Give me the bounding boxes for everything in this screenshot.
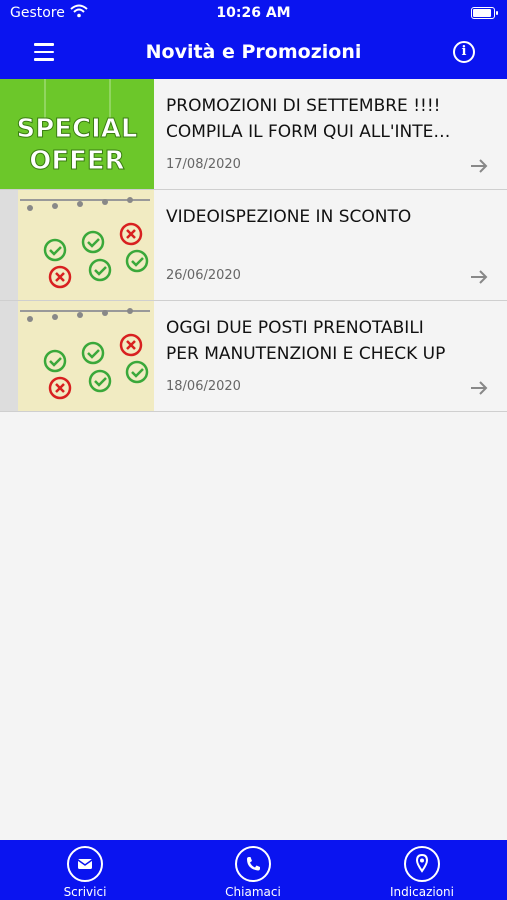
page-title: Novità e Promozioni (145, 41, 362, 63)
offer-text-2: OFFER (29, 146, 124, 176)
checklist-thumbnail (0, 301, 154, 411)
list-item[interactable]: OGGI DUE POSTI PRENOTABILI PER MANUTENZI… (0, 301, 507, 412)
item-title-line-1: VIDEOISPEZIONE IN SCONTO (166, 207, 412, 227)
arrow-right-icon (471, 381, 488, 395)
tab-scrivici[interactable]: Scrivici (25, 846, 145, 899)
nav-bar: Novità e Promozioni i (0, 28, 507, 79)
tab-label: Chiamaci (225, 885, 281, 899)
item-title-line-1: OGGI DUE POSTI PRENOTABILI (166, 318, 424, 338)
status-bar: Gestore 10:26 AM (0, 0, 507, 28)
tab-chiamaci[interactable]: Chiamaci (193, 846, 313, 899)
location-pin-icon (404, 846, 440, 882)
mail-icon (67, 846, 103, 882)
tab-label: Indicazioni (390, 885, 454, 899)
item-date: 18/06/2020 (166, 379, 241, 394)
status-time: 10:26 AM (216, 5, 291, 21)
tab-indicazioni[interactable]: Indicazioni (362, 846, 482, 899)
checklist-thumbnail (0, 190, 154, 300)
item-date: 17/08/2020 (166, 157, 241, 172)
info-icon[interactable]: i (453, 41, 475, 63)
news-list: SPECIAL OFFER PROMOZIONI DI SETTEMBRE !!… (0, 79, 507, 412)
list-item[interactable]: VIDEOISPEZIONE IN SCONTO 26/06/2020 (0, 190, 507, 301)
offer-text-1: SPECIAL (17, 114, 138, 144)
phone-icon (235, 846, 271, 882)
tab-label: Scrivici (63, 885, 107, 899)
list-item[interactable]: SPECIAL OFFER PROMOZIONI DI SETTEMBRE !!… (0, 79, 507, 190)
item-title-line-2: PER MANUTENZIONI E CHECK UP (166, 344, 446, 364)
item-title-line-2: COMPILA IL FORM QUI ALL'INTE… (166, 122, 451, 142)
item-date: 26/06/2020 (166, 268, 241, 283)
bottom-tab-bar: Scrivici Chiamaci Indicazioni (0, 840, 507, 900)
battery-icon (471, 7, 498, 19)
arrow-right-icon (471, 159, 488, 173)
special-offer-thumbnail: SPECIAL OFFER (0, 79, 154, 189)
arrow-right-icon (471, 270, 488, 284)
item-title-line-1: PROMOZIONI DI SETTEMBRE !!!! (166, 96, 441, 116)
